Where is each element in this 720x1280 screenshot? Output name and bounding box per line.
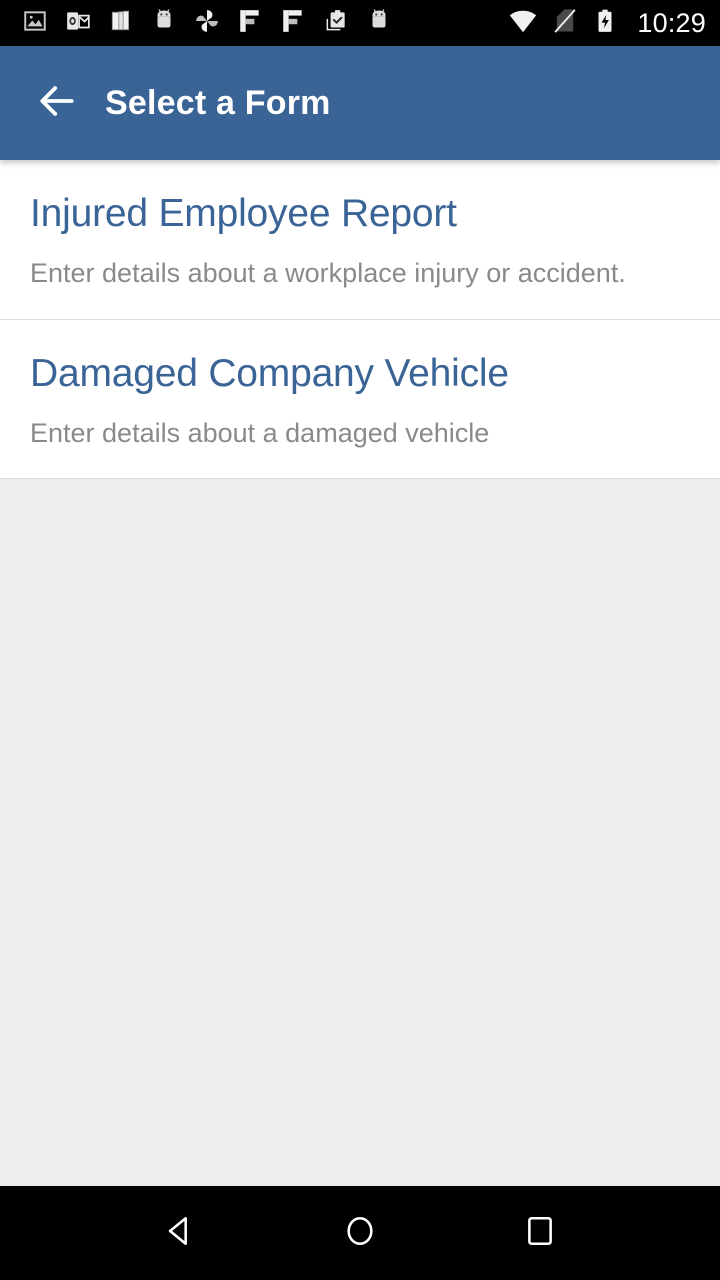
list-item[interactable]: Injured Employee Report Enter details ab… <box>0 160 720 320</box>
arrow-left-icon <box>35 79 79 128</box>
form-title: Damaged Company Vehicle <box>30 351 509 395</box>
form-description: Enter details about a damaged vehicle <box>30 417 490 448</box>
status-bar-notification-icons <box>22 8 508 39</box>
image-icon <box>22 8 48 39</box>
square-recents-icon <box>523 1214 557 1253</box>
android-mascot-icon-2 <box>366 8 392 39</box>
app-bar: Select a Form <box>0 46 720 160</box>
no-sim-icon <box>551 7 579 40</box>
status-bar-clock: 10:29 <box>637 7 706 38</box>
form-title: Injured Employee Report <box>30 192 457 235</box>
nav-recents-button[interactable] <box>498 1191 582 1275</box>
clipboard-check-icon <box>323 8 349 39</box>
outlook-icon <box>65 8 91 39</box>
nav-home-button[interactable] <box>318 1191 402 1275</box>
block-f-icon <box>237 8 263 39</box>
page-title: Select a Form <box>105 83 331 122</box>
phone-screen: 10:29 Select a Form Injured Employee Rep… <box>0 0 720 1280</box>
android-mascot-icon <box>151 8 177 39</box>
wifi-icon <box>508 6 538 41</box>
android-navigation-bar <box>0 1186 720 1280</box>
empty-list-area <box>0 479 720 1140</box>
status-bar: 10:29 <box>0 0 720 46</box>
back-button[interactable] <box>20 66 94 140</box>
triangle-back-icon <box>163 1214 197 1253</box>
list-item[interactable]: Damaged Company Vehicle Enter details ab… <box>0 319 720 480</box>
status-bar-system-icons: 10:29 <box>508 6 706 41</box>
main-content: Injured Employee Report Enter details ab… <box>0 160 720 1186</box>
block-f-icon-2 <box>280 8 306 39</box>
circle-home-icon <box>343 1214 377 1253</box>
nav-back-button[interactable] <box>138 1191 222 1275</box>
form-list: Injured Employee Report Enter details ab… <box>0 160 720 480</box>
documents-stack-icon <box>108 8 134 39</box>
pinwheel-icon <box>194 8 220 39</box>
form-description: Enter details about a workplace injury o… <box>30 257 626 288</box>
battery-charging-icon <box>592 7 618 40</box>
